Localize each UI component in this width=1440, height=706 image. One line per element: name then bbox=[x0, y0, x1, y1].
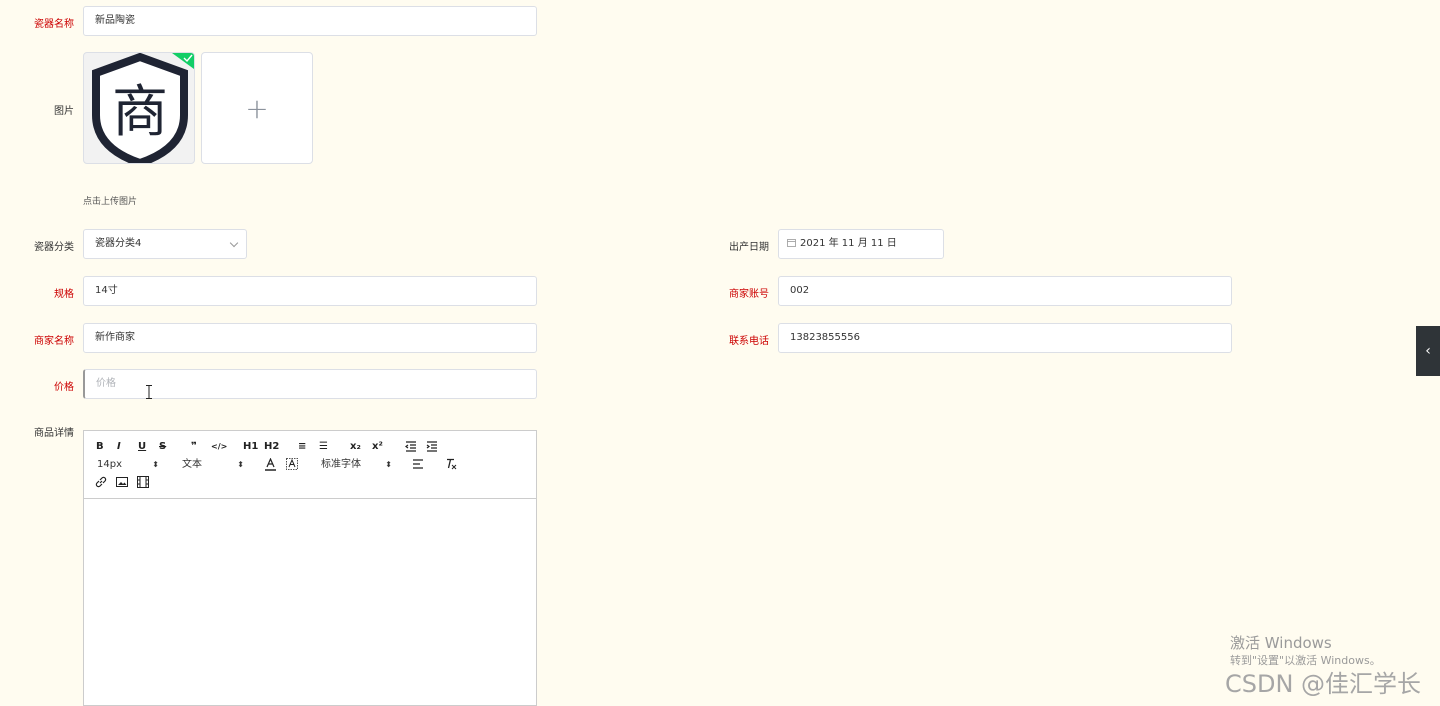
merchant-name-label: 商家名称 bbox=[34, 336, 74, 347]
chevron-down-icon bbox=[229, 238, 239, 248]
phone-label: 联系电话 bbox=[729, 336, 769, 347]
image-label: 图片 bbox=[54, 106, 74, 117]
background-color-icon[interactable] bbox=[286, 458, 298, 470]
date-label: 出产日期 bbox=[729, 242, 769, 253]
merchant-logo-icon: 商 bbox=[92, 53, 188, 163]
price-label: 价格 bbox=[54, 382, 74, 393]
ordered-list-button[interactable]: ≡ bbox=[298, 440, 306, 454]
header2-button[interactable]: H2 bbox=[264, 440, 279, 454]
font-size-value: 14px bbox=[97, 459, 122, 470]
calendar-icon bbox=[787, 239, 796, 247]
logo-char: 商 bbox=[112, 80, 168, 145]
csdn-watermark: CSDN @佳汇学长 bbox=[1225, 670, 1422, 698]
image-icon[interactable] bbox=[116, 476, 128, 488]
date-picker[interactable]: 2021 年 11 月 11 日 bbox=[778, 229, 944, 259]
date-value: 2021 年 11 月 11 日 bbox=[800, 238, 897, 249]
font-size-select[interactable]: 14px ⬍ bbox=[97, 458, 159, 472]
font-color-icon[interactable] bbox=[265, 458, 276, 471]
blockquote-button[interactable]: ❞ bbox=[191, 440, 197, 454]
outdent-icon[interactable] bbox=[405, 441, 417, 452]
clear-format-icon[interactable] bbox=[445, 458, 457, 470]
italic-button[interactable]: I bbox=[117, 440, 121, 454]
name-input[interactable]: 新品陶瓷 bbox=[83, 6, 537, 36]
updown-icon: ⬍ bbox=[152, 460, 159, 469]
font-family-value: 标准字体 bbox=[321, 459, 361, 470]
link-icon[interactable] bbox=[95, 476, 107, 488]
plus-icon: + bbox=[245, 91, 269, 125]
category-value: 瓷器分类4 bbox=[95, 238, 142, 249]
spec-input[interactable]: 14寸 bbox=[83, 276, 537, 306]
header-select[interactable]: 文本 ⬍ bbox=[182, 458, 244, 472]
uploaded-image[interactable]: 商 bbox=[83, 52, 195, 164]
rich-text-editor[interactable]: B I U S ❞ </> H1 H2 ≡ ☰ x₂ x² 14px ⬍ 文本 ⬍ bbox=[83, 430, 537, 706]
video-icon[interactable] bbox=[137, 476, 149, 488]
merchant-name-input[interactable]: 新作商家 bbox=[83, 323, 537, 353]
text-cursor-icon bbox=[146, 385, 152, 399]
updown-icon: ⬍ bbox=[385, 460, 392, 469]
bold-button[interactable]: B bbox=[96, 440, 104, 454]
code-block-button[interactable]: </> bbox=[211, 440, 227, 454]
bullet-list-button[interactable]: ☰ bbox=[319, 440, 328, 454]
font-family-select[interactable]: 标准字体 ⬍ bbox=[321, 458, 392, 472]
header1-button[interactable]: H1 bbox=[243, 440, 258, 454]
indent-icon[interactable] bbox=[426, 441, 438, 452]
category-select[interactable]: 瓷器分类4 bbox=[83, 229, 247, 259]
header-select-value: 文本 bbox=[182, 459, 202, 470]
align-icon[interactable] bbox=[412, 459, 424, 469]
detail-label: 商品详情 bbox=[34, 428, 74, 439]
editor-toolbar: B I U S ❞ </> H1 H2 ≡ ☰ x₂ x² 14px ⬍ 文本 ⬍ bbox=[84, 431, 536, 499]
underline-button[interactable]: U bbox=[138, 440, 146, 454]
merchant-account-input[interactable]: 002 bbox=[778, 276, 1232, 306]
updown-icon: ⬍ bbox=[237, 460, 244, 469]
collapse-left-icon[interactable]: ‹ bbox=[1416, 326, 1440, 376]
strike-button[interactable]: S bbox=[159, 440, 166, 454]
name-label: 瓷器名称 bbox=[34, 19, 74, 30]
check-icon bbox=[172, 53, 194, 69]
upload-hint: 点击上传图片 bbox=[83, 197, 138, 207]
category-label: 瓷器分类 bbox=[34, 242, 74, 253]
phone-input[interactable]: 13823855556 bbox=[778, 323, 1232, 353]
activate-windows-title: 激活 Windows bbox=[1230, 634, 1332, 652]
superscript-button[interactable]: x² bbox=[372, 440, 383, 454]
upload-image-button[interactable]: + bbox=[201, 52, 313, 164]
spec-label: 规格 bbox=[54, 289, 74, 300]
subscript-button[interactable]: x₂ bbox=[350, 440, 361, 454]
merchant-account-label: 商家账号 bbox=[729, 289, 769, 300]
